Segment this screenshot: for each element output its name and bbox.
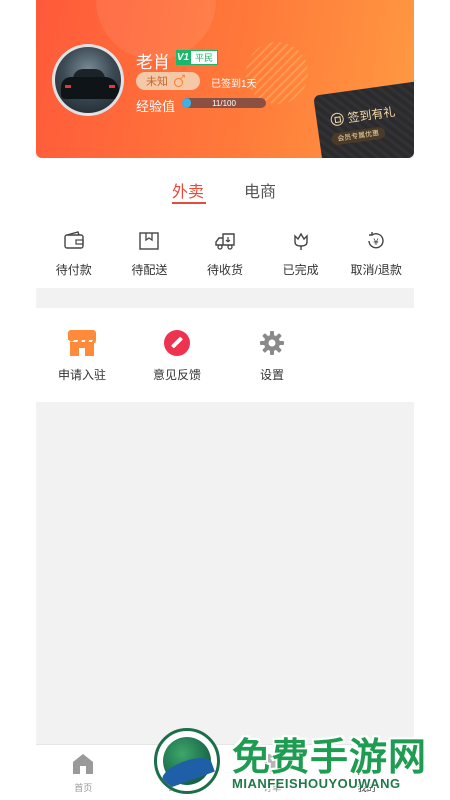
service-label: 意见反馈 xyxy=(152,368,201,382)
order-label: 待收货 xyxy=(206,263,243,277)
male-icon: ↗ xyxy=(174,73,186,87)
order-label: 取消/退款 xyxy=(350,263,402,277)
orders-section: 外卖 电商 待付款 待配送 待收货 已完成 ¥ 取消/退款 xyxy=(36,158,414,288)
watermark-subtitle: MIANFEISHOUYOUWANG xyxy=(232,776,401,791)
active-tab-indicator xyxy=(172,202,206,204)
profile-page: 老肖 V1 平民 未知 ↗ 已签到1天 经验值 11/100 签到有礼 会员专属… xyxy=(36,0,414,800)
site-watermark: 免费手游网 MIANFEISHOUYOUWANG xyxy=(150,724,450,800)
sign-in-reward-card[interactable]: 签到有礼 会员专属优惠 xyxy=(313,80,414,158)
order-pending-receipt[interactable]: 待收货 xyxy=(187,230,263,278)
nav-label: 首页 xyxy=(74,783,93,793)
order-completed[interactable]: 已完成 xyxy=(263,230,339,278)
svg-text:¥: ¥ xyxy=(373,238,379,248)
nav-home[interactable]: 首页 xyxy=(36,745,131,800)
profile-header: 老肖 V1 平民 未知 ↗ 已签到1天 经验值 11/100 签到有礼 会员专属… xyxy=(36,0,414,158)
service-label: 申请入驻 xyxy=(57,368,106,382)
order-label: 待付款 xyxy=(55,263,92,277)
edit-icon xyxy=(164,330,190,356)
home-icon xyxy=(70,751,96,777)
gift-icon xyxy=(329,111,345,127)
tab-takeout[interactable]: 外卖 xyxy=(172,178,204,202)
watermark-logo-icon xyxy=(154,728,220,794)
exp-progress-bar: 11/100 xyxy=(182,98,266,108)
package-icon xyxy=(138,230,160,252)
vip-title: 平民 xyxy=(190,50,219,65)
order-status-row: 待付款 待配送 待收货 已完成 ¥ 取消/退款 xyxy=(36,230,414,278)
watermark-title: 免费手游网 xyxy=(232,737,428,779)
apply-join-button[interactable]: 申请入驻 xyxy=(37,330,127,383)
gear-icon xyxy=(259,330,285,356)
exp-label: 经验值 xyxy=(136,99,176,114)
order-refund[interactable]: ¥ 取消/退款 xyxy=(338,230,414,278)
username: 老肖 xyxy=(136,53,170,72)
order-label: 已完成 xyxy=(282,263,319,277)
avatar[interactable] xyxy=(52,44,124,116)
wallet-icon xyxy=(63,230,85,252)
refund-icon: ¥ xyxy=(365,230,387,252)
order-pending-delivery[interactable]: 待配送 xyxy=(112,230,188,278)
gender-text: 未知 xyxy=(146,76,168,88)
vip-level: V1 xyxy=(176,50,190,65)
shop-icon xyxy=(68,330,96,356)
signed-days-text: 已签到1天 xyxy=(211,79,257,90)
services-section: 申请入驻 意见反馈 设置 xyxy=(36,308,414,402)
order-label: 待配送 xyxy=(131,263,168,277)
service-label: 设置 xyxy=(259,368,284,382)
feedback-button[interactable]: 意见反馈 xyxy=(132,330,222,383)
exp-progress-text: 11/100 xyxy=(212,98,236,108)
tab-ecommerce[interactable]: 电商 xyxy=(244,178,276,202)
gender-tag: 未知 ↗ xyxy=(136,72,200,90)
truck-icon xyxy=(214,230,236,252)
settings-button[interactable]: 设置 xyxy=(227,330,317,383)
header-decoration-stripes xyxy=(246,42,308,104)
flower-icon xyxy=(290,230,312,252)
vip-badge: V1 平民 xyxy=(176,50,219,65)
order-pending-payment[interactable]: 待付款 xyxy=(36,230,112,278)
